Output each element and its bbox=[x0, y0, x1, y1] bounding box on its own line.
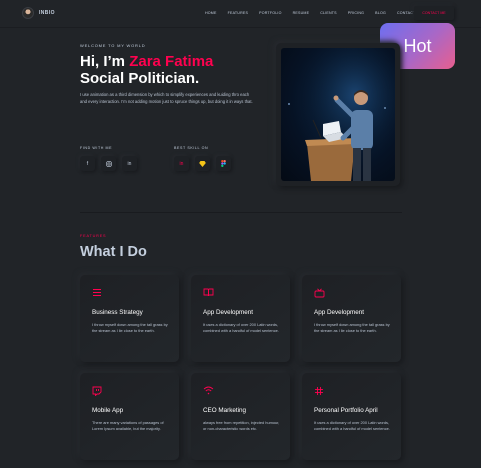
card-text: There are many variations of passages of… bbox=[92, 420, 164, 432]
contact-me-button[interactable]: CONTACT ME bbox=[414, 6, 454, 20]
service-card[interactable]: App Development It uses a dictionary of … bbox=[191, 275, 290, 362]
hero-title: Hi, I’m Zara Fatima Social Politician. bbox=[80, 53, 213, 87]
slack-icon bbox=[314, 386, 324, 398]
features-title: What I Do bbox=[80, 244, 147, 260]
avatar bbox=[22, 7, 34, 19]
skill-icons: in bbox=[174, 156, 237, 171]
card-text: I throw myself down among the tall grass… bbox=[92, 322, 168, 334]
wifi-icon bbox=[203, 386, 214, 397]
nav-blog[interactable]: BLOG bbox=[375, 11, 386, 15]
features-label: FEATURES bbox=[80, 234, 107, 238]
card-text: It uses a dictionary of over 200 Latin w… bbox=[203, 322, 279, 334]
card-title: App Development bbox=[203, 309, 254, 316]
card-text: It uses a dictionary of over 200 Latin w… bbox=[314, 420, 390, 432]
logo-text: INBIO bbox=[39, 10, 55, 16]
card-title: Business Strategy bbox=[92, 309, 143, 316]
service-card[interactable]: Business Strategy I throw myself down am… bbox=[80, 275, 179, 362]
invision-icon[interactable]: in bbox=[174, 156, 189, 171]
card-text: always free from repetition, injected hu… bbox=[203, 420, 280, 432]
nav-resume[interactable]: RESUME bbox=[293, 11, 310, 15]
nav-pricing[interactable]: PRICING bbox=[348, 11, 364, 15]
figma-icon[interactable] bbox=[216, 156, 231, 171]
nav-features[interactable]: FEATURES bbox=[228, 11, 249, 15]
find-with-me-label: FIND WITH ME bbox=[80, 146, 113, 150]
card-text: I throw myself down among the tall grass… bbox=[314, 322, 390, 334]
tv-icon bbox=[314, 288, 325, 300]
nav-home[interactable]: HOME bbox=[205, 11, 217, 15]
service-card[interactable]: App Development I throw myself down amon… bbox=[302, 275, 401, 362]
card-title: Mobile App bbox=[92, 407, 124, 414]
best-skill-label: BEST SKILL ON bbox=[174, 146, 209, 150]
nav-clients[interactable]: CLIENTS bbox=[320, 11, 337, 15]
social-links: f in bbox=[80, 156, 143, 171]
hero-role: Social Politician. bbox=[80, 70, 200, 87]
main-nav: HOME FEATURES PORTFOLIO RESUME CLIENTS P… bbox=[205, 11, 426, 15]
instagram-icon[interactable] bbox=[101, 156, 116, 171]
hero-photo-frame bbox=[276, 43, 400, 186]
service-card[interactable]: Mobile App There are many variations of … bbox=[80, 373, 179, 460]
card-title: App Development bbox=[314, 309, 365, 316]
section-divider bbox=[80, 212, 402, 213]
sketch-icon[interactable] bbox=[195, 156, 210, 171]
twitch-icon bbox=[92, 386, 102, 398]
nav-contact[interactable]: CONTACT bbox=[397, 11, 416, 15]
logo[interactable]: INBIO bbox=[22, 7, 55, 19]
menu-icon bbox=[92, 288, 102, 299]
card-title: Personal Portfolio April bbox=[314, 407, 378, 414]
facebook-icon[interactable]: f bbox=[80, 156, 95, 171]
hero-description: I use animation as a third dimension by … bbox=[80, 92, 253, 104]
linkedin-icon[interactable]: in bbox=[122, 156, 137, 171]
nav-portfolio[interactable]: PORTFOLIO bbox=[259, 11, 282, 15]
book-icon bbox=[203, 288, 214, 299]
hero-photo bbox=[281, 48, 395, 181]
service-card[interactable]: Personal Portfolio April It uses a dicti… bbox=[302, 373, 401, 460]
hero-welcome: WELCOME TO MY WORLD bbox=[80, 43, 146, 48]
service-card[interactable]: CEO Marketing always free from repetitio… bbox=[191, 373, 290, 460]
hero-name: Zara Fatima bbox=[129, 53, 214, 70]
card-title: CEO Marketing bbox=[203, 407, 247, 414]
hero-greeting: Hi, I’m bbox=[80, 53, 130, 70]
